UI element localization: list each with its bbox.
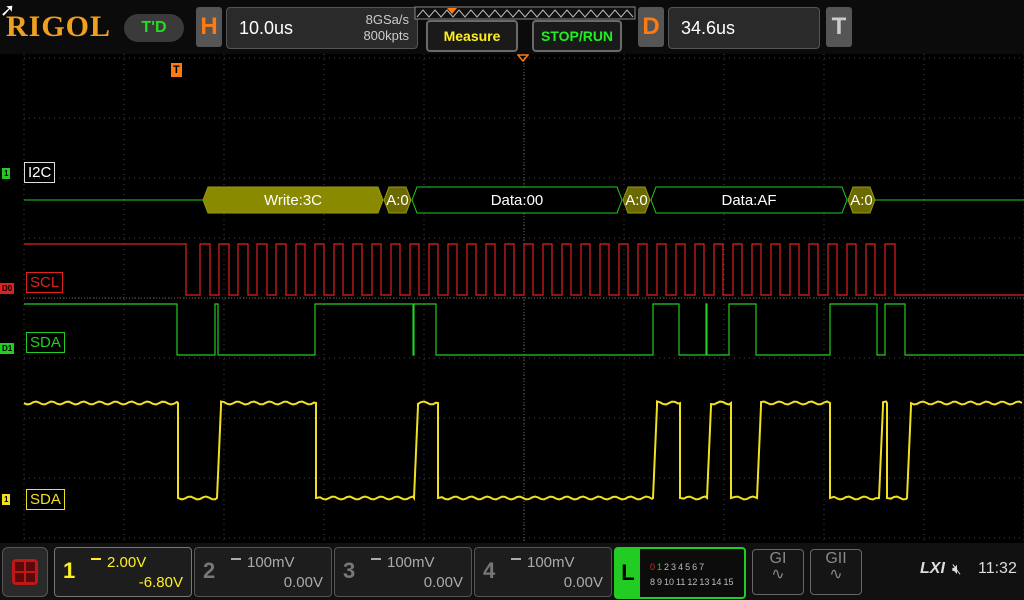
generator-1-label: GI xyxy=(769,550,787,567)
logic-channel-11: 11 xyxy=(676,577,686,587)
horizontal-timebase-panel[interactable]: 10.0us 8GSa/s 800kpts xyxy=(226,7,418,49)
logic-channel-0: 0 xyxy=(650,562,656,572)
logic-channel-10: 10 xyxy=(664,577,675,587)
channel-offset: 0.00V xyxy=(283,574,323,591)
generator-2-button[interactable]: GII ∿ xyxy=(810,549,862,595)
delay-panel[interactable]: 34.6us xyxy=(668,7,820,49)
logic-channel-1: 1 xyxy=(657,562,663,572)
channel-scale: 2.00V xyxy=(107,554,147,571)
bus-frame-text: A:0 xyxy=(850,192,873,209)
channel-scale: 100mV xyxy=(527,554,575,571)
logic-channel-8: 8 xyxy=(650,577,656,587)
logic-channel-7: 7 xyxy=(699,562,705,572)
generator-1-button[interactable]: GI ∿ xyxy=(752,549,804,595)
mouse-cursor-icon: ➚ xyxy=(0,0,16,20)
clock: 11:32 xyxy=(978,560,1017,577)
main-menu-button[interactable] xyxy=(2,547,48,597)
graticule xyxy=(23,54,1024,543)
horizontal-label[interactable]: H xyxy=(196,7,222,47)
bus-frame-text: A:0 xyxy=(386,192,409,209)
logic-channel-3: 3 xyxy=(671,562,677,572)
trigger-label[interactable]: T xyxy=(826,7,852,47)
channel-number: 3 xyxy=(343,558,356,583)
sda-analog-label[interactable]: SDA xyxy=(26,489,65,510)
channel-number: 1 xyxy=(63,558,76,583)
rigol-logo: RIGOL xyxy=(6,10,112,43)
sda-analog-trace xyxy=(23,400,1023,502)
delay-value: 34.6us xyxy=(681,18,736,38)
bus-frame-text: A:0 xyxy=(625,192,648,209)
memory-position-bar[interactable] xyxy=(414,6,636,20)
i2c-bus-decode: Write:3C A:0 Data:00 A:0 Data:AF A:0 xyxy=(24,186,1024,214)
waveform-display[interactable]: Write:3C A:0 Data:00 A:0 Data:AF A:0 xyxy=(0,54,1024,543)
channel-2-box[interactable]: 2 100mV 0.00V xyxy=(194,547,332,597)
logic-channel-4: 4 xyxy=(678,562,684,572)
d0-marker[interactable]: D0 xyxy=(0,283,15,294)
logic-channel-9: 9 xyxy=(657,577,663,587)
logic-channels-row2: 8 9 10 11 12 13 14 15 xyxy=(650,577,735,587)
logic-channel-12: 12 xyxy=(687,577,698,587)
channel-number: 2 xyxy=(203,558,216,583)
sample-rate: 8GSa/s xyxy=(365,12,409,27)
scl-waveform xyxy=(24,243,1024,296)
ch1-marker[interactable]: 1 xyxy=(2,494,11,505)
trigger-level: 1.00V xyxy=(933,20,971,36)
bus-frame-text: Data:00 xyxy=(491,192,544,209)
top-status-bar: RIGOL T'D H 10.0us 8GSa/s 800kpts Measur… xyxy=(0,0,1024,54)
dc-coupling-icon xyxy=(231,558,241,564)
scl-label[interactable]: SCL xyxy=(26,272,64,293)
sda-digital-label[interactable]: SDA xyxy=(26,332,65,353)
dc-coupling-icon xyxy=(91,558,101,564)
i2c-bus-label[interactable]: I2C xyxy=(24,162,56,183)
logic-channel-2: 2 xyxy=(664,562,670,572)
trigger-panel[interactable]: I²C D0 1.00V A xyxy=(826,7,1022,49)
menu-grid-icon xyxy=(12,559,38,585)
channel-number: 4 xyxy=(483,558,496,583)
logic-label: L xyxy=(616,549,640,597)
channel-offset: 0.00V xyxy=(563,574,603,591)
channel-scale: 100mV xyxy=(247,554,295,571)
channel-3-box[interactable]: 3 100mV 0.00V xyxy=(334,547,472,597)
channel-scale: 100mV xyxy=(387,554,435,571)
generator-2-label: GII xyxy=(825,550,847,567)
trigger-position-marker[interactable]: T xyxy=(171,63,182,77)
logic-channel-6: 6 xyxy=(692,562,698,572)
dc-coupling-icon xyxy=(511,558,521,564)
ch1-analog-waveform xyxy=(23,400,1023,502)
stop-run-button[interactable]: STOP/RUN xyxy=(532,20,622,52)
i2c-channel-marker[interactable]: 1 xyxy=(2,168,11,179)
speaker-muted-icon[interactable]: 🔇︎ xyxy=(952,561,961,578)
horizontal-center-marker xyxy=(517,54,529,62)
bus-frame-text: Write:3C xyxy=(264,192,322,209)
sine-wave-icon: ∿ xyxy=(771,566,785,583)
channel-offset: -6.80V xyxy=(138,574,183,591)
trigger-source: I²C xyxy=(885,20,903,35)
logic-analyzer-box[interactable]: L 01234567 8 9 10 11 12 13 14 15 xyxy=(614,547,746,599)
measure-button[interactable]: Measure xyxy=(426,20,518,52)
channel-4-box[interactable]: 4 100mV 0.00V xyxy=(474,547,612,597)
logic-channel-15: 15 xyxy=(723,577,734,587)
bus-frame-text: Data:AF xyxy=(721,192,776,209)
trigger-status-badge[interactable]: T'D xyxy=(124,14,184,42)
logic-channel-5: 5 xyxy=(685,562,691,572)
timebase-value: 10.0us xyxy=(239,18,294,38)
trigger-mode: A xyxy=(1003,20,1013,36)
memory-depth: 800kpts xyxy=(363,28,409,43)
scl-digital-trace xyxy=(24,243,1024,296)
logic-channel-14: 14 xyxy=(711,577,722,587)
bottom-channel-bar: 1 2.00V -6.80V 2 100mV 0.00V 3 100mV 0.0… xyxy=(0,543,1024,600)
sine-wave-icon: ∿ xyxy=(829,566,843,583)
lxi-icon[interactable]: LXI xyxy=(920,560,945,578)
channel-offset: 0.00V xyxy=(423,574,463,591)
trigger-level-channel: D0 xyxy=(911,25,930,36)
dc-coupling-icon xyxy=(371,558,381,564)
d1-marker[interactable]: D1 xyxy=(0,343,15,354)
channel-1-box[interactable]: 1 2.00V -6.80V xyxy=(54,547,192,597)
logic-channel-13: 13 xyxy=(699,577,710,587)
logic-channels-row1: 01234567 xyxy=(650,562,706,572)
delay-label[interactable]: D xyxy=(638,7,664,47)
